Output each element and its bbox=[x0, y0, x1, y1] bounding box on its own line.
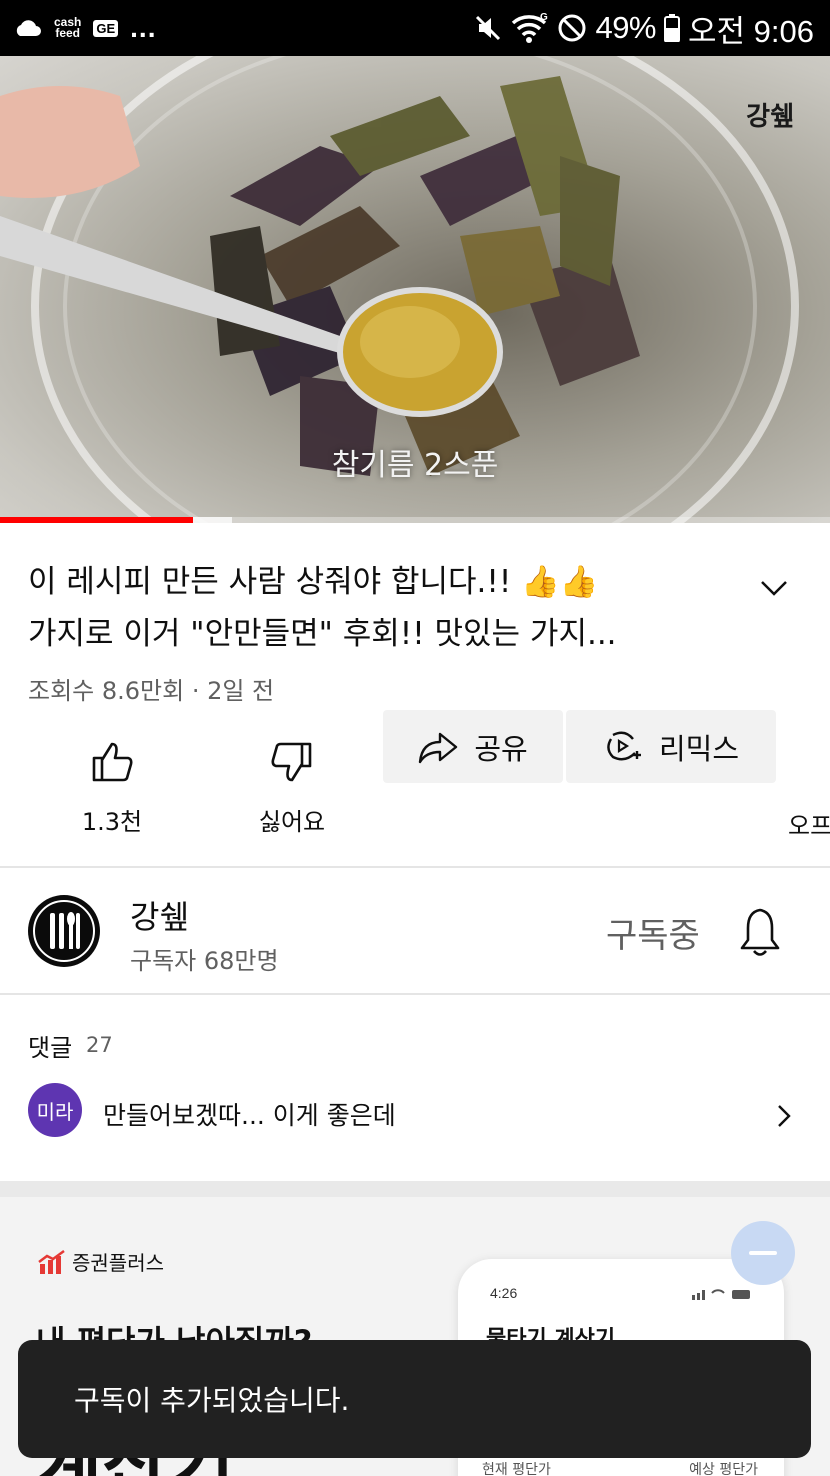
comment-avatar: 미라 bbox=[28, 1083, 82, 1137]
video-meta: 조회수 8.6만회 · 2일 전 bbox=[28, 677, 275, 705]
comments-count: 27 bbox=[86, 1033, 113, 1057]
video-progress-bar[interactable] bbox=[0, 517, 830, 523]
clock: 오전 9:06 bbox=[688, 13, 814, 49]
section-separator bbox=[0, 1181, 830, 1197]
snackbar-message: 구독이 추가되었습니다. bbox=[74, 1384, 350, 1417]
offline-button[interactable]: 오프 bbox=[788, 806, 830, 841]
video-title-line-1: 이 레시피 만든 사람 상줘야 합니다.!! 👍👍 bbox=[28, 564, 599, 600]
utensils-icon bbox=[33, 900, 95, 962]
channel-name[interactable]: 강쉪 bbox=[130, 892, 189, 938]
video-title[interactable]: 이 레시피 만든 사람 상줘야 합니다.!! 👍👍 가지로 이거 "안만들면" … bbox=[28, 556, 728, 660]
channel-watermark: 강쉪 bbox=[746, 102, 794, 132]
remix-label: 리믹스 bbox=[658, 731, 740, 766]
ad-brand: 증권플러스 bbox=[38, 1247, 164, 1276]
thumbs-down-icon bbox=[271, 742, 312, 782]
video-title-line-2: 가지로 이거 "안만들면" 후회!! 맛있는 가지... bbox=[28, 616, 617, 652]
ad-brand-label: 증권플러스 bbox=[72, 1251, 164, 1275]
battery-percent: 49% bbox=[595, 10, 656, 45]
channel-subscribers: 구독자 68만명 bbox=[130, 947, 279, 975]
ad-phone-time: 4:26 bbox=[490, 1285, 518, 1301]
thumbs-up-icon bbox=[92, 742, 133, 782]
share-button[interactable]: 공유 bbox=[383, 710, 563, 783]
divider bbox=[0, 993, 830, 995]
mute-icon bbox=[476, 15, 501, 41]
battery-icon bbox=[664, 14, 680, 42]
cashfeed-label-bottom: feed bbox=[55, 26, 81, 40]
dislike-label: 싫어요 bbox=[258, 808, 326, 836]
wifi-icon: G bbox=[512, 12, 548, 43]
ad-phone-label-current: 현재 평단가 bbox=[482, 1462, 551, 1476]
status-bar-left: cash feed GE ... bbox=[12, 10, 157, 46]
ge-icon: GE bbox=[93, 19, 119, 37]
comment-preview: 만들어보겠따... 이게 좋은데 bbox=[103, 1101, 396, 1130]
cloud-icon bbox=[16, 20, 41, 36]
no-disturb-icon bbox=[558, 14, 586, 42]
share-label: 공유 bbox=[474, 731, 528, 766]
ad-phone-label-expected: 예상 평단가 bbox=[689, 1462, 758, 1476]
like-button[interactable]: 1.3천 bbox=[62, 738, 162, 837]
svg-text:G: G bbox=[540, 12, 548, 23]
more-notifications: ... bbox=[130, 12, 157, 43]
chevron-down-icon[interactable] bbox=[756, 570, 792, 606]
chart-up-icon bbox=[38, 1249, 65, 1274]
remix-button[interactable]: 리믹스 bbox=[566, 710, 776, 783]
remix-icon bbox=[607, 731, 641, 760]
share-icon bbox=[419, 732, 458, 763]
comments-title: 댓글 bbox=[28, 1034, 73, 1062]
chevron-right-icon[interactable] bbox=[772, 1102, 796, 1130]
cashfeed-icon: cash feed bbox=[54, 16, 81, 40]
divider bbox=[0, 866, 830, 868]
snackbar: 구독이 추가되었습니다. bbox=[18, 1340, 811, 1458]
video-caption: 참기름 2스푼 bbox=[331, 448, 499, 483]
subscribed-button[interactable]: 구독중 bbox=[606, 908, 700, 957]
video-player[interactable]: 강쉪 참기름 2스푼 bbox=[0, 56, 830, 523]
dislike-button[interactable]: 싫어요 bbox=[240, 738, 344, 837]
phone-status-icons bbox=[692, 1289, 750, 1300]
minimize-button[interactable] bbox=[731, 1221, 795, 1285]
bell-icon[interactable] bbox=[738, 906, 782, 958]
progress-played bbox=[0, 517, 194, 523]
status-bar-right: G 49% 오전 9:06 bbox=[473, 8, 814, 49]
like-count: 1.3천 bbox=[81, 808, 143, 836]
channel-avatar[interactable] bbox=[28, 895, 100, 967]
status-bar: cash feed GE ... G 49% 오전 9:06 bbox=[0, 0, 830, 56]
